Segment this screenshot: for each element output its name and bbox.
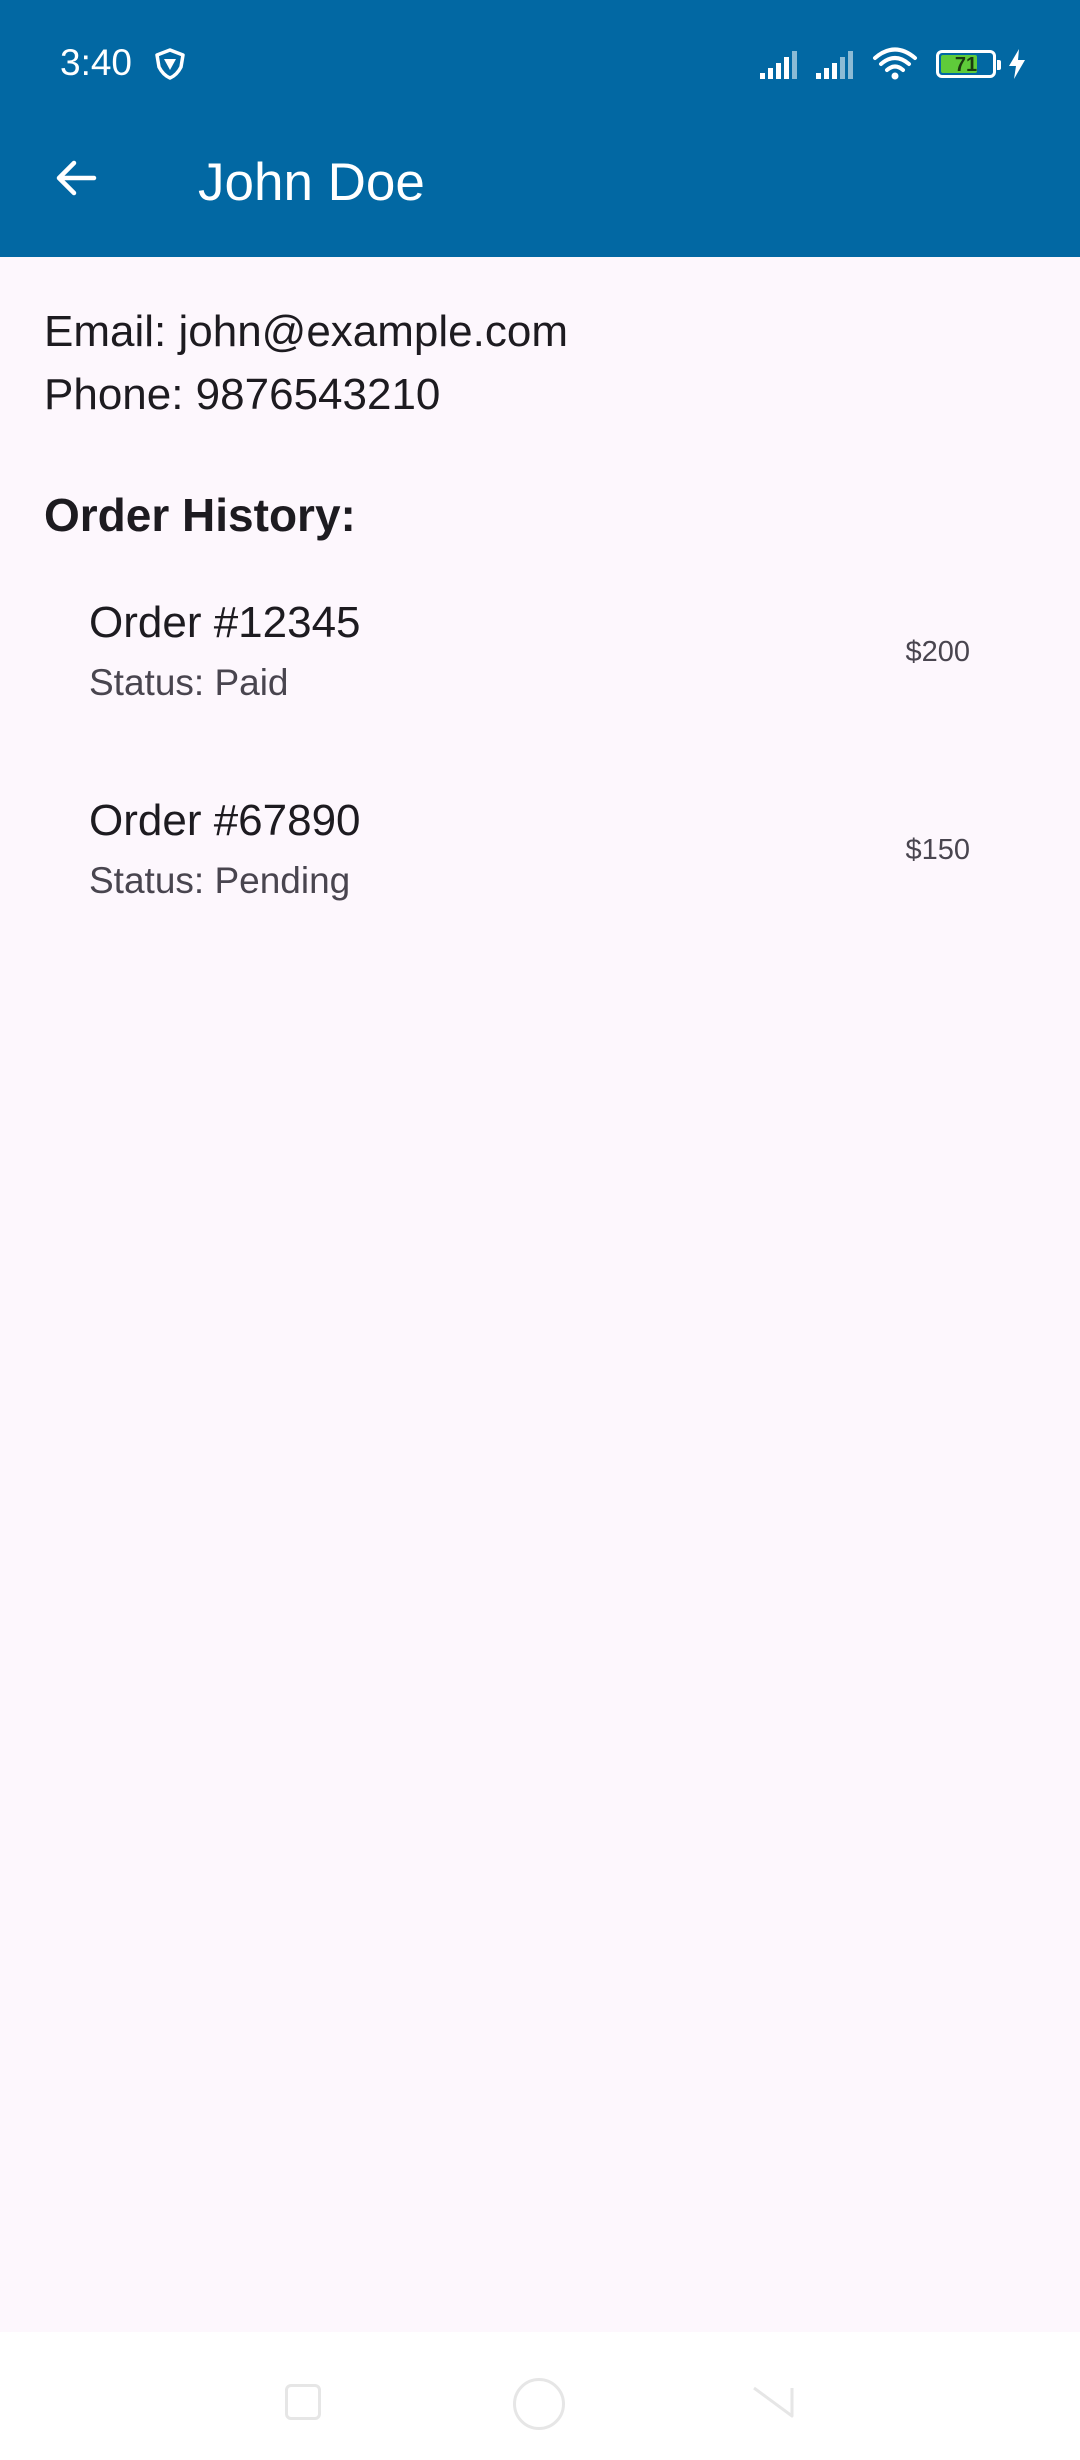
wifi-icon: [873, 47, 917, 80]
order-status: Status: Paid: [89, 662, 289, 703]
charging-bolt-icon: [1009, 49, 1025, 79]
order-history-heading: Order History:: [44, 489, 356, 541]
order-title: Order #12345: [89, 598, 361, 647]
contact-info: Email: john@example.com Phone: 987654321…: [44, 300, 1036, 426]
order-amount: $200: [905, 636, 970, 668]
back-button[interactable]: [38, 140, 114, 216]
system-nav-bar: [0, 2332, 1080, 2460]
order-amount: $150: [905, 834, 970, 866]
signal-icon: [816, 51, 853, 79]
shield-icon: [155, 48, 185, 80]
battery-level: 71: [954, 54, 978, 76]
status-icons: 71: [760, 44, 1028, 84]
email-text: Email: john@example.com: [44, 307, 568, 356]
order-title: Order #67890: [89, 796, 361, 845]
phone-text: Phone: 9876543210: [44, 370, 441, 419]
status-bar: 3:40 71: [0, 0, 1080, 130]
page-title: John Doe: [198, 153, 425, 212]
battery-icon: 71: [936, 50, 1001, 78]
arrow-left-icon: [56, 160, 97, 196]
order-list-item[interactable]: Order #12345 Status: Paid $200: [0, 598, 1080, 796]
order-list-item[interactable]: Order #67890 Status: Pending $150: [0, 796, 1080, 994]
signal-icon: [760, 51, 797, 79]
back-icon[interactable]: [752, 2380, 796, 2424]
status-time: 3:40: [60, 42, 133, 83]
home-icon[interactable]: [513, 2378, 565, 2430]
order-status: Status: Pending: [89, 860, 351, 901]
recents-icon[interactable]: [285, 2384, 321, 2420]
app-bar: 3:40 71 John Doe: [0, 0, 1080, 257]
